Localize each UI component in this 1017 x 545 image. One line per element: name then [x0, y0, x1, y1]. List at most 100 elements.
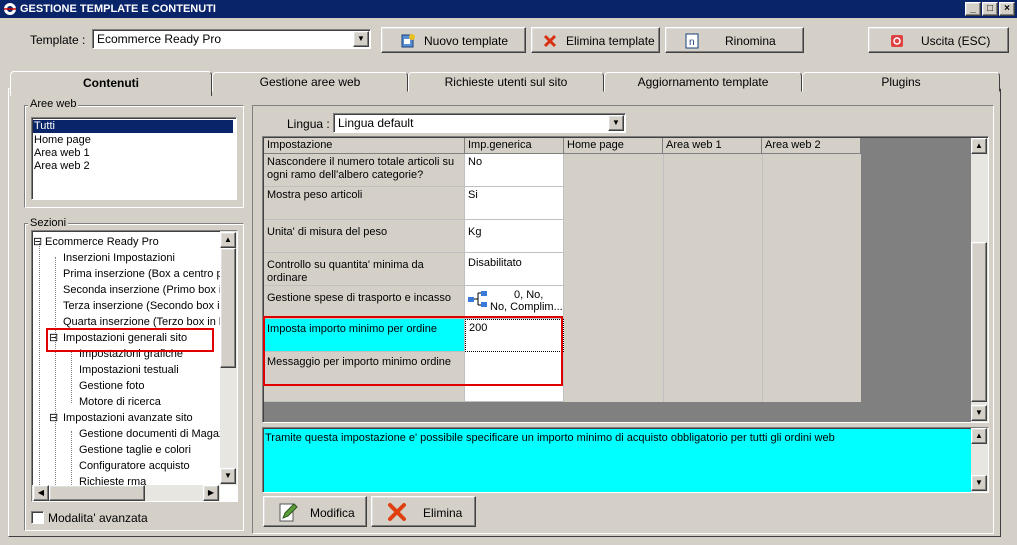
scroll-down-icon[interactable]: ▼ — [220, 468, 236, 484]
complex-value-line2: No, Complim... — [490, 301, 563, 313]
scroll-up-icon[interactable]: ▲ — [971, 428, 987, 444]
grid-cell-value[interactable]: Disabilitato — [465, 253, 564, 286]
tree-hscrollbar[interactable]: ◀ ▶ — [32, 485, 220, 501]
tree-expander-minus-icon[interactable]: ⊟ — [33, 235, 42, 249]
lingua-select-value: Lingua default — [338, 116, 414, 130]
tab-aggiornamento-template[interactable]: Aggiornamento template — [604, 72, 802, 92]
grid-col-line — [762, 154, 763, 402]
grid-cell-setting[interactable]: Mostra peso articoli — [264, 187, 465, 220]
tree-structure-icon — [468, 291, 487, 307]
grid-area-columns — [564, 154, 861, 402]
new-template-icon — [401, 34, 415, 48]
scroll-down-icon[interactable]: ▼ — [971, 405, 987, 421]
modifica-label: Modifica — [310, 506, 355, 520]
elimina-label: Elimina — [423, 506, 463, 520]
modalita-avanzata-label: Modalita' avanzata — [48, 511, 148, 525]
tree-item[interactable]: Motore di ricerca — [79, 395, 161, 409]
tree-item[interactable]: Gestione foto — [79, 379, 144, 393]
nuovo-template-button[interactable]: Nuovo template — [381, 27, 526, 53]
grid-cell-empty — [264, 385, 465, 402]
elimina-template-label: Elimina template — [566, 34, 655, 48]
lingua-select[interactable]: Lingua default ▼ — [333, 113, 626, 133]
grid-header[interactable]: Impostazione — [264, 138, 465, 154]
tree-line — [55, 257, 56, 487]
close-button[interactable]: × — [999, 2, 1015, 16]
tree-item[interactable]: Impostazioni testuali — [79, 363, 179, 377]
aree-web-title: Aree web — [28, 98, 79, 110]
aree-web-item[interactable]: Tutti — [33, 120, 233, 133]
scroll-thumb[interactable] — [971, 242, 987, 402]
delete-x-icon — [388, 503, 406, 521]
grid-cell-value-complex[interactable]: 0, No, No, Complim... — [465, 286, 564, 319]
tree-item[interactable]: Impostazioni avanzate sito — [63, 411, 193, 425]
elimina-template-button[interactable]: Elimina template — [531, 27, 660, 53]
grid-header[interactable]: Imp.generica — [465, 138, 564, 154]
aree-web-item[interactable]: Area web 1 — [34, 147, 90, 160]
hscroll-thumb[interactable] — [49, 485, 145, 501]
tab-gestione-aree-web[interactable]: Gestione aree web — [212, 72, 408, 92]
tab-contenuti[interactable]: Contenuti — [10, 71, 212, 96]
scroll-right-icon[interactable]: ▶ — [203, 485, 219, 501]
template-select[interactable]: Ecommerce Ready Pro ▼ — [92, 29, 371, 49]
grid-cell-empty — [465, 385, 564, 402]
aree-web-item[interactable]: Home page — [34, 134, 91, 147]
grid-cell-setting[interactable]: Gestione spese di trasporto e incasso — [264, 286, 465, 319]
tree-expander-minus-icon[interactable]: ⊟ — [49, 411, 58, 425]
tree-item[interactable]: Inserzioni Impostazioni — [63, 251, 175, 265]
tree-highlight-frame — [46, 328, 214, 352]
tree-item[interactable]: Prima inserzione (Box a centro pa — [63, 267, 229, 281]
chevron-down-icon[interactable]: ▼ — [353, 31, 369, 47]
tree-line — [39, 243, 40, 501]
tree-item[interactable]: Ecommerce Ready Pro — [45, 235, 159, 249]
maximize-button[interactable]: □ — [982, 2, 998, 16]
tree-item[interactable]: Quarta inserzione (Terzo box in b — [63, 315, 225, 329]
grid-vscrollbar[interactable]: ▲ ▼ — [971, 138, 988, 422]
grid-cell-setting[interactable]: Nascondere il numero totale articoli su … — [264, 154, 465, 187]
description-vscrollbar[interactable]: ▲ ▼ — [971, 428, 988, 492]
grid-header[interactable]: Area web 2 — [762, 138, 861, 154]
rinomina-label: Rinomina — [725, 34, 776, 48]
description-text: Tramite questa impostazione e' possibile… — [265, 432, 835, 444]
uscita-label: Uscita (ESC) — [921, 34, 991, 48]
window-titlebar: GESTIONE TEMPLATE E CONTENUTI _ □ × — [0, 0, 1017, 18]
tab-richieste-utenti[interactable]: Richieste utenti sul sito — [408, 72, 604, 92]
template-label: Template : — [30, 33, 86, 47]
edit-pencil-icon — [279, 503, 298, 522]
elimina-button[interactable]: Elimina — [371, 496, 476, 527]
grid-header[interactable]: Area web 1 — [663, 138, 762, 154]
delete-x-icon — [543, 34, 557, 48]
scroll-thumb[interactable] — [220, 248, 236, 368]
scroll-down-icon[interactable]: ▼ — [971, 475, 987, 491]
grid-col-line — [663, 154, 664, 402]
tree-vscrollbar[interactable]: ▲ ▼ — [220, 231, 237, 485]
rinomina-button[interactable]: n Rinomina — [665, 27, 804, 53]
scroll-up-icon[interactable]: ▲ — [220, 232, 236, 248]
nuovo-template-label: Nuovo template — [424, 34, 509, 48]
grid-cell-value[interactable]: No — [465, 154, 564, 187]
tree-item[interactable]: Gestione documenti di Magaz — [79, 427, 225, 441]
uscita-button[interactable]: Uscita (ESC) — [868, 27, 1009, 53]
scroll-up-icon[interactable]: ▲ — [971, 138, 987, 154]
tree-item[interactable]: Seconda inserzione (Primo box in — [63, 283, 227, 297]
minimize-button[interactable]: _ — [965, 2, 981, 16]
scroll-left-icon[interactable]: ◀ — [33, 485, 49, 501]
chevron-down-icon[interactable]: ▼ — [608, 115, 624, 131]
lingua-label: Lingua : — [287, 117, 330, 131]
grid-cell-setting[interactable]: Controllo su quantita' minima da ordinar… — [264, 253, 465, 286]
grid-header[interactable]: Home page — [564, 138, 663, 154]
app-icon — [4, 3, 16, 15]
tree-item[interactable]: Gestione taglie e colori — [79, 443, 191, 457]
grid-cell-setting[interactable]: Unita' di misura del peso — [264, 220, 465, 253]
tree-item[interactable]: Configuratore acquisto — [79, 459, 190, 473]
tab-plugins[interactable]: Plugins — [802, 72, 1000, 92]
grid-cell-value[interactable]: Si — [465, 187, 564, 220]
rename-icon: n — [685, 33, 699, 49]
grid-cell-value[interactable]: Kg — [465, 220, 564, 253]
aree-web-list[interactable]: Tutti Home page Area web 1 Area web 2 — [31, 117, 237, 200]
sezioni-title: Sezioni — [28, 217, 69, 229]
tree-item[interactable]: Terza inserzione (Secondo box in — [63, 299, 226, 313]
sezioni-tree[interactable]: ⊟ Ecommerce Ready Pro Inserzioni Imposta… — [31, 230, 238, 502]
aree-web-item[interactable]: Area web 2 — [34, 160, 90, 173]
description-box: Tramite questa impostazione e' possibile… — [262, 427, 989, 493]
modifica-button[interactable]: Modifica — [263, 496, 367, 527]
